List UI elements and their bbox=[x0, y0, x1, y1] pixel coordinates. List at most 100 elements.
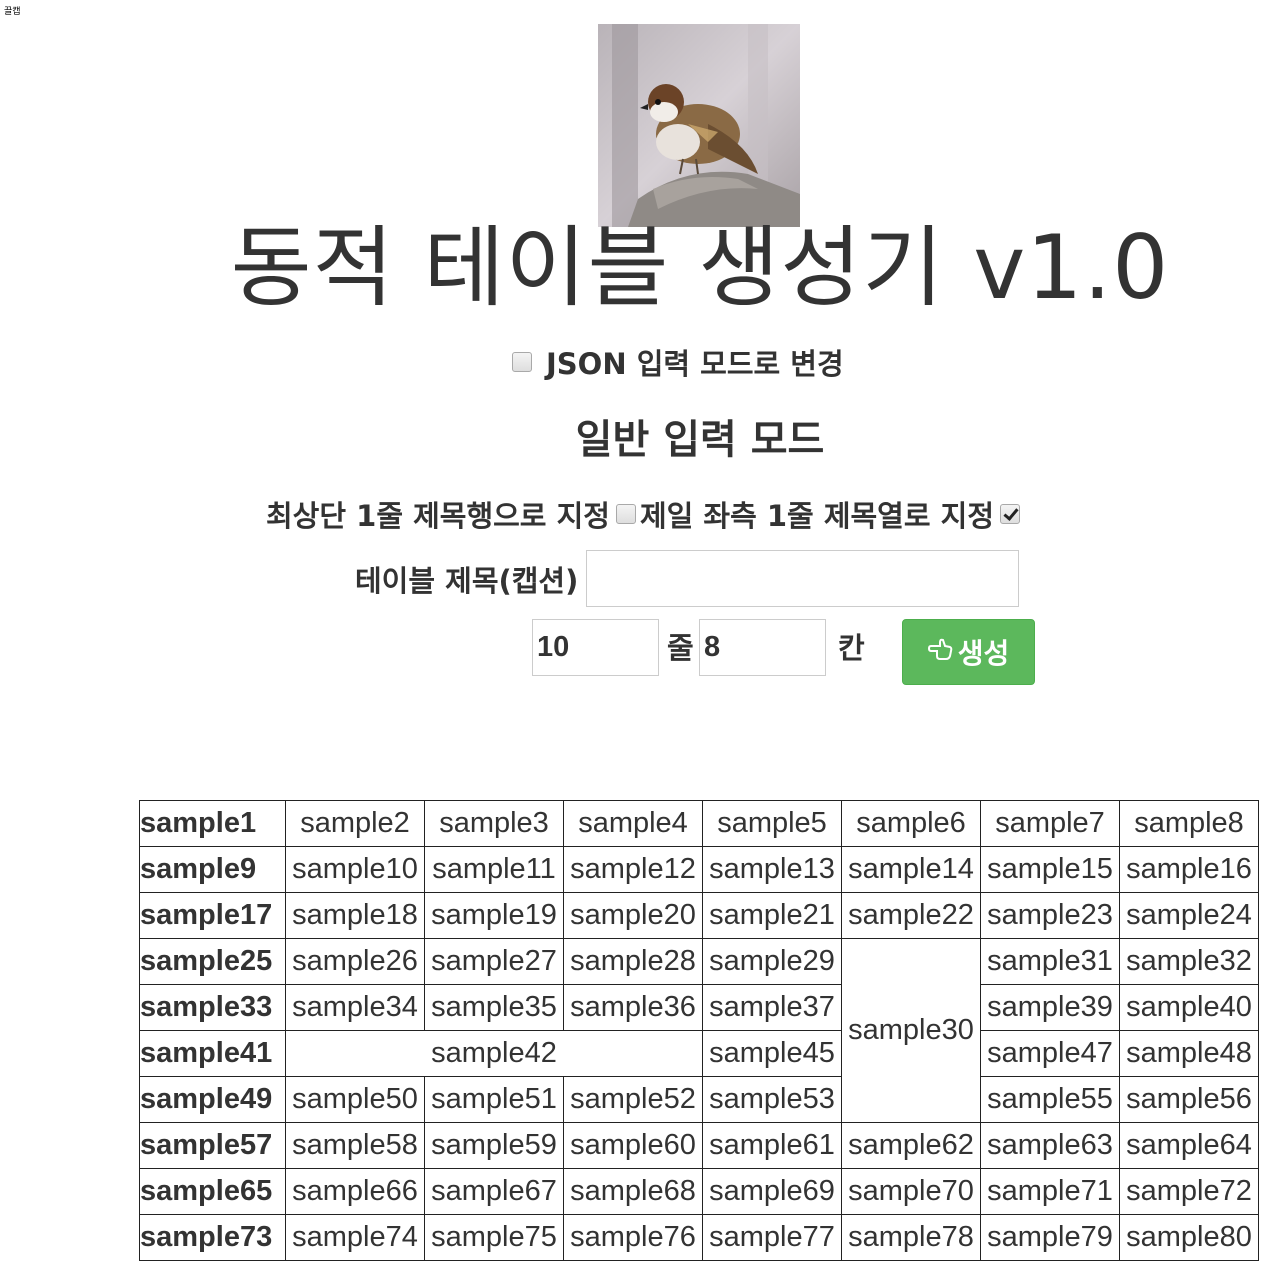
table-cell: sample53 bbox=[702, 1076, 842, 1123]
rows-unit-label: 줄 bbox=[667, 631, 694, 665]
table-header-cell: sample65 bbox=[139, 1168, 286, 1215]
cols-unit-label: 칸 bbox=[838, 631, 865, 665]
table-cell: sample29 bbox=[702, 938, 842, 985]
table-cell: sample39 bbox=[980, 984, 1120, 1031]
hand-point-left-icon bbox=[927, 636, 958, 669]
table-cell: sample13 bbox=[702, 846, 842, 893]
table-cell: sample55 bbox=[980, 1076, 1120, 1123]
table-cell: sample51 bbox=[424, 1076, 564, 1123]
table-cell: sample14 bbox=[841, 846, 981, 893]
table-header-cell: sample25 bbox=[139, 938, 286, 985]
table-cell: sample56 bbox=[1119, 1076, 1259, 1123]
table-cell: sample77 bbox=[702, 1214, 842, 1261]
table-cell: sample48 bbox=[1119, 1030, 1259, 1077]
table-cell: sample68 bbox=[563, 1168, 703, 1215]
table-row: sample49 sample50 sample51 sample52 sample53… bbox=[139, 1076, 1259, 1123]
table-row: sample33 sample34 sample35 sample36 sample37… bbox=[139, 984, 1259, 1031]
header-row-checkbox[interactable] bbox=[615, 504, 636, 524]
table-cell: sample10 bbox=[285, 846, 425, 893]
table-cell: sample45 bbox=[702, 1030, 842, 1077]
rows-input[interactable] bbox=[532, 619, 659, 676]
table-cell: sample30 bbox=[841, 938, 981, 1123]
table-cell: sample32 bbox=[1119, 938, 1259, 985]
table-cell: sample21 bbox=[702, 892, 842, 939]
corner-label: 끌캡 bbox=[4, 7, 21, 17]
caption-label: 테이블 제목(캡션) bbox=[355, 563, 579, 598]
sparrow-logo-image bbox=[598, 24, 800, 227]
table-cell: sample31 bbox=[980, 938, 1120, 985]
table-cell: sample11 bbox=[424, 846, 564, 893]
header-row-label: 최상단 1줄 제목행으로 지정 bbox=[266, 499, 610, 533]
table-header-cell: sample33 bbox=[139, 984, 286, 1031]
table-cell: sample64 bbox=[1119, 1122, 1259, 1169]
table-cell: sample63 bbox=[980, 1122, 1120, 1169]
table-cell: sample8 bbox=[1119, 800, 1259, 847]
table-cell: sample50 bbox=[285, 1076, 425, 1123]
table-cell: sample36 bbox=[563, 984, 703, 1031]
table-cell: sample59 bbox=[424, 1122, 564, 1169]
table-row: sample1 sample2 sample3 sample4 sample5 sampl… bbox=[139, 800, 1259, 847]
mode-heading: 일반 입력 모드 bbox=[575, 417, 825, 463]
table-cell: sample6 bbox=[841, 800, 981, 847]
table-row: sample41 sample42 sample45 sample47 sample48 bbox=[139, 1030, 1259, 1077]
table-cell: sample76 bbox=[563, 1214, 703, 1261]
table-header-cell: sample41 bbox=[139, 1030, 286, 1077]
table-row: sample17 sample18 sample19 sample20 sample21… bbox=[139, 892, 1259, 939]
table-cell: sample34 bbox=[285, 984, 425, 1031]
table-row: sample9 sample10 sample11 sample12 sample13 s… bbox=[139, 846, 1259, 893]
header-options: 최상단 1줄 제목행으로 지정 제일 좌측 1줄 제목열로 지정 bbox=[266, 492, 1024, 536]
table-header-cell: sample17 bbox=[139, 892, 286, 939]
table-cell: sample40 bbox=[1119, 984, 1259, 1031]
table-cell: sample24 bbox=[1119, 892, 1259, 939]
table-cell: sample15 bbox=[980, 846, 1120, 893]
header-col-checkbox[interactable] bbox=[1000, 504, 1020, 524]
table-cell: sample75 bbox=[424, 1214, 564, 1261]
table-cell: sample27 bbox=[424, 938, 564, 985]
table-row: sample25 sample26 sample27 sample28 sample29… bbox=[139, 938, 1259, 1123]
table-cell: sample60 bbox=[563, 1122, 703, 1169]
table-cell: sample18 bbox=[285, 892, 425, 939]
table-cell: sample22 bbox=[841, 892, 981, 939]
table-cell: sample19 bbox=[424, 892, 564, 939]
table-cell: sample5 bbox=[702, 800, 842, 847]
json-mode-checkbox[interactable] bbox=[512, 352, 532, 372]
page-title: 동적 테이블 생성기 v1.0 bbox=[230, 216, 1170, 319]
table-cell: sample66 bbox=[285, 1168, 425, 1215]
generate-button-label: 생성 bbox=[957, 637, 1010, 670]
table-cell: sample72 bbox=[1119, 1168, 1259, 1215]
json-mode-toggle[interactable]: JSON 입력 모드로 변경 bbox=[512, 342, 844, 382]
table-cell: sample62 bbox=[841, 1122, 981, 1169]
table-cell: sample78 bbox=[841, 1214, 981, 1261]
caption-row: 테이블 제목(캡션) bbox=[355, 550, 1020, 607]
table-cell: sample79 bbox=[980, 1214, 1120, 1261]
table-header-cell: sample9 bbox=[139, 846, 286, 893]
table-row: sample65 sample66 sample67 sample68 sample69… bbox=[139, 1168, 1259, 1215]
table-cell: sample69 bbox=[702, 1168, 842, 1215]
table-cell: sample2 bbox=[285, 800, 425, 847]
table-cell: sample52 bbox=[563, 1076, 703, 1123]
table-cell: sample47 bbox=[980, 1030, 1120, 1077]
table-cell: sample58 bbox=[285, 1122, 425, 1169]
table-cell: sample80 bbox=[1119, 1214, 1259, 1261]
generate-button[interactable]: 생성 bbox=[902, 619, 1035, 685]
caption-input[interactable] bbox=[586, 550, 1020, 607]
cols-input[interactable] bbox=[699, 619, 826, 676]
table-cell: sample37 bbox=[702, 984, 842, 1031]
table-cell: sample67 bbox=[424, 1168, 564, 1215]
generated-table: sample1 sample2 sample3 sample4 sample5 sampl… bbox=[139, 800, 1259, 1261]
table-cell: sample4 bbox=[563, 800, 703, 847]
table-cell: sample7 bbox=[980, 800, 1120, 847]
table-cell: sample28 bbox=[563, 938, 703, 985]
table-cell: sample74 bbox=[285, 1214, 425, 1261]
table-cell: sample35 bbox=[424, 984, 564, 1031]
table-header-cell: sample1 bbox=[139, 800, 286, 847]
table-header-cell: sample49 bbox=[139, 1076, 286, 1123]
table-header-cell: sample73 bbox=[139, 1214, 286, 1261]
table-row: sample57 sample58 sample59 sample60 sample61… bbox=[139, 1122, 1259, 1169]
json-mode-label: JSON 입력 모드로 변경 bbox=[546, 347, 844, 381]
table-cell: sample12 bbox=[563, 846, 703, 893]
table-cell: sample61 bbox=[702, 1122, 842, 1169]
table-cell: sample70 bbox=[841, 1168, 981, 1215]
table-cell: sample26 bbox=[285, 938, 425, 985]
table-cell: sample42 bbox=[285, 1030, 703, 1077]
